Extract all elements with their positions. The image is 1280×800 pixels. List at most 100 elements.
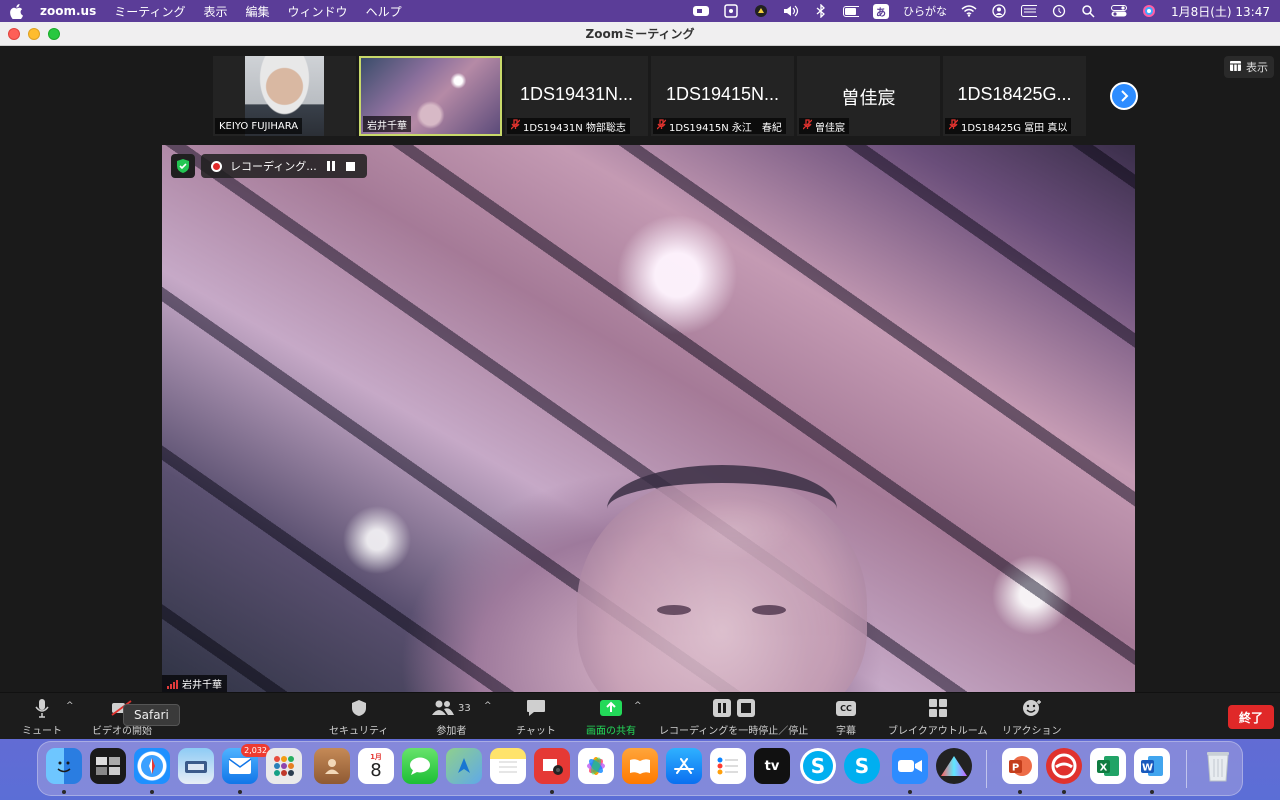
recording-controls-label: レコーディングを一時停止／停止 bbox=[659, 726, 809, 737]
share-screen-button[interactable]: 画面の共有 bbox=[586, 697, 636, 737]
participant-thumbnail-active-speaker[interactable]: 岩井千華 bbox=[359, 56, 502, 136]
shield-icon bbox=[351, 697, 367, 719]
muted-mic-icon bbox=[656, 119, 667, 133]
messages-icon[interactable] bbox=[402, 748, 438, 784]
grid-view-icon bbox=[1230, 60, 1241, 74]
security-button[interactable]: セキュリティ bbox=[329, 697, 388, 737]
menu-window[interactable]: ウィンドウ bbox=[288, 3, 348, 20]
participant-thumbnail[interactable]: KEIYO FUJIHARA bbox=[213, 56, 356, 136]
closed-caption-label: 字幕 bbox=[836, 726, 856, 737]
window-fullscreen-button[interactable] bbox=[48, 28, 60, 40]
recording-controls-icons bbox=[712, 697, 755, 719]
speaker-face bbox=[577, 465, 867, 692]
participant-thumbnail[interactable]: 曽佳宸 曽佳宸 bbox=[797, 56, 940, 136]
control-center-icon[interactable] bbox=[1110, 4, 1127, 18]
pause-recording-icon[interactable] bbox=[325, 160, 337, 172]
audio-options-chevron-icon[interactable]: ^ bbox=[66, 701, 74, 711]
recording-dot-icon bbox=[211, 160, 222, 172]
reminders-icon[interactable] bbox=[710, 748, 746, 784]
participant-name: 岩井千華 bbox=[367, 120, 407, 132]
window-minimize-button[interactable] bbox=[28, 28, 40, 40]
input-method-label[interactable]: ひらがな bbox=[903, 3, 947, 19]
closed-caption-button[interactable]: CC 字幕 bbox=[836, 697, 856, 737]
maps-icon[interactable] bbox=[446, 748, 482, 784]
menu-app-name[interactable]: zoom.us bbox=[40, 4, 96, 18]
apple-tv-icon[interactable]: tv bbox=[754, 748, 790, 784]
mute-button[interactable]: ミュート bbox=[22, 697, 62, 737]
zoom-app-icon[interactable] bbox=[892, 748, 928, 784]
end-meeting-button[interactable]: 終了 bbox=[1228, 705, 1274, 729]
mail-icon[interactable]: 2,032 bbox=[222, 744, 270, 784]
calendar-icon[interactable]: 1月 8 bbox=[358, 748, 394, 784]
trend-micro-icon[interactable] bbox=[1046, 748, 1082, 784]
apple-tv-label: tv bbox=[764, 758, 780, 774]
contacts-icon[interactable] bbox=[314, 748, 350, 784]
app-tray-icon[interactable] bbox=[753, 4, 769, 18]
encryption-shield-icon[interactable] bbox=[171, 154, 195, 178]
share-options-chevron-icon[interactable]: ^ bbox=[634, 701, 642, 711]
trash-icon[interactable] bbox=[1200, 748, 1236, 784]
recording-controls-button[interactable]: レコーディングを一時停止／停止 bbox=[659, 697, 808, 737]
speaker-name: 岩井千華 bbox=[182, 680, 222, 691]
chat-label: チャット bbox=[516, 726, 556, 737]
launchpad-icon[interactable] bbox=[266, 748, 302, 784]
view-toggle-button[interactable]: 表示 bbox=[1224, 56, 1274, 78]
participants-options-chevron-icon[interactable]: ^ bbox=[484, 701, 492, 711]
bluetooth-icon[interactable] bbox=[813, 4, 829, 18]
apple-menu-icon[interactable] bbox=[10, 3, 24, 19]
participants-label: 参加者 bbox=[436, 726, 467, 737]
battery-icon[interactable] bbox=[842, 4, 859, 18]
skype-icon[interactable]: S bbox=[800, 748, 836, 784]
preview-app-icon[interactable] bbox=[178, 748, 214, 784]
skype-for-business-icon[interactable]: S bbox=[844, 748, 880, 784]
screen-share-tray-icon[interactable] bbox=[723, 4, 739, 18]
zoom-tray-icon[interactable] bbox=[692, 4, 709, 18]
user-icon[interactable] bbox=[991, 4, 1007, 18]
input-method-icon[interactable]: あ bbox=[872, 3, 889, 19]
participants-button[interactable]: 33 参加者 bbox=[432, 697, 471, 737]
chat-button[interactable]: チャット bbox=[516, 697, 556, 737]
app-store-icon[interactable] bbox=[666, 748, 702, 784]
security-label: セキュリティ bbox=[329, 726, 389, 737]
photos-icon[interactable] bbox=[578, 748, 614, 784]
keyboard-icon[interactable] bbox=[1020, 4, 1037, 18]
reactions-label: リアクション bbox=[1002, 726, 1062, 737]
menu-edit[interactable]: 編集 bbox=[246, 3, 270, 20]
breakout-rooms-button[interactable]: ブレイクアウトルーム bbox=[888, 697, 988, 737]
participant-name-label: 1DS18425G 冨田 真以 bbox=[945, 118, 1072, 134]
powerpoint-icon[interactable]: P bbox=[1002, 748, 1038, 784]
muted-mic-icon bbox=[802, 119, 813, 133]
window-title: Zoomミーティング bbox=[585, 27, 695, 41]
participant-name: 1DS19431N 物部聡志 bbox=[523, 122, 626, 134]
volume-icon[interactable] bbox=[783, 4, 799, 18]
time-machine-icon[interactable] bbox=[1051, 4, 1067, 18]
menu-help[interactable]: ヘルプ bbox=[366, 3, 402, 20]
participant-thumbnail[interactable]: 1DS18425G... 1DS18425G 冨田 真以 bbox=[943, 56, 1086, 136]
menu-meeting[interactable]: ミーティング bbox=[114, 3, 185, 20]
notes-icon[interactable] bbox=[490, 748, 526, 784]
finder-icon[interactable] bbox=[46, 748, 82, 784]
muted-mic-icon bbox=[510, 119, 521, 133]
prism-app-icon[interactable] bbox=[936, 748, 972, 784]
menu-view[interactable]: 表示 bbox=[204, 3, 228, 20]
word-icon[interactable]: W bbox=[1134, 748, 1170, 784]
photo-booth-icon[interactable] bbox=[534, 748, 570, 784]
excel-icon[interactable]: X bbox=[1090, 748, 1126, 784]
menubar-clock[interactable]: 1月8日(土) 13:47 bbox=[1171, 3, 1270, 20]
reactions-button[interactable]: リアクション bbox=[1002, 697, 1062, 737]
participant-display-name: 1DS19431N... bbox=[519, 84, 634, 104]
cc-icon: CC bbox=[836, 697, 856, 719]
participant-thumbnail[interactable]: 1DS19431N... 1DS19431N 物部聡志 bbox=[505, 56, 648, 136]
siri-icon[interactable] bbox=[1141, 4, 1157, 18]
window-close-button[interactable] bbox=[8, 28, 20, 40]
wifi-icon[interactable] bbox=[961, 4, 977, 18]
participant-name: KEIYO FUJIHARA bbox=[219, 120, 299, 132]
mission-control-icon[interactable] bbox=[90, 748, 126, 784]
speaker-name-tag: 岩井千華 bbox=[162, 675, 227, 692]
books-icon[interactable] bbox=[622, 748, 658, 784]
spotlight-search-icon[interactable] bbox=[1081, 4, 1097, 18]
stop-recording-icon[interactable] bbox=[345, 160, 357, 172]
next-page-arrow-button[interactable] bbox=[1110, 82, 1138, 110]
participant-thumbnail[interactable]: 1DS19415N... 1DS19415N 永江 春紀 bbox=[651, 56, 794, 136]
safari-icon[interactable] bbox=[134, 748, 170, 784]
